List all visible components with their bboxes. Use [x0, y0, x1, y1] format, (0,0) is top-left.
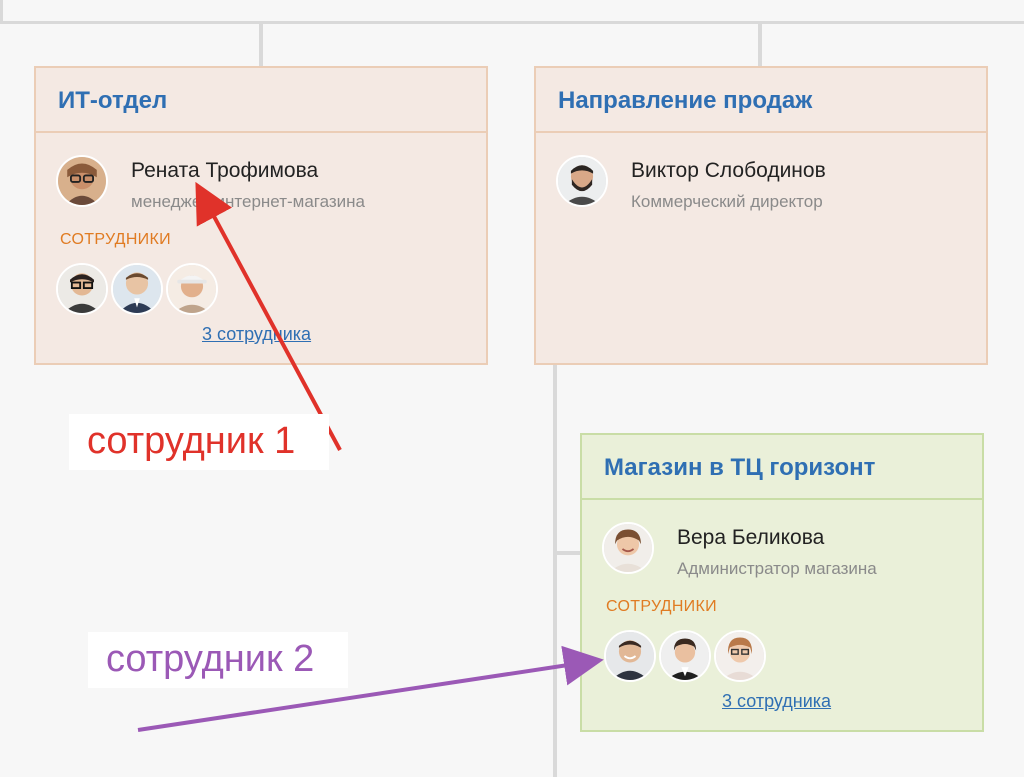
- arrow-red: [195, 181, 342, 451]
- annotation-note-1: сотрудник 1: [69, 414, 329, 470]
- annotation-note-2: сотрудник 2: [88, 632, 348, 688]
